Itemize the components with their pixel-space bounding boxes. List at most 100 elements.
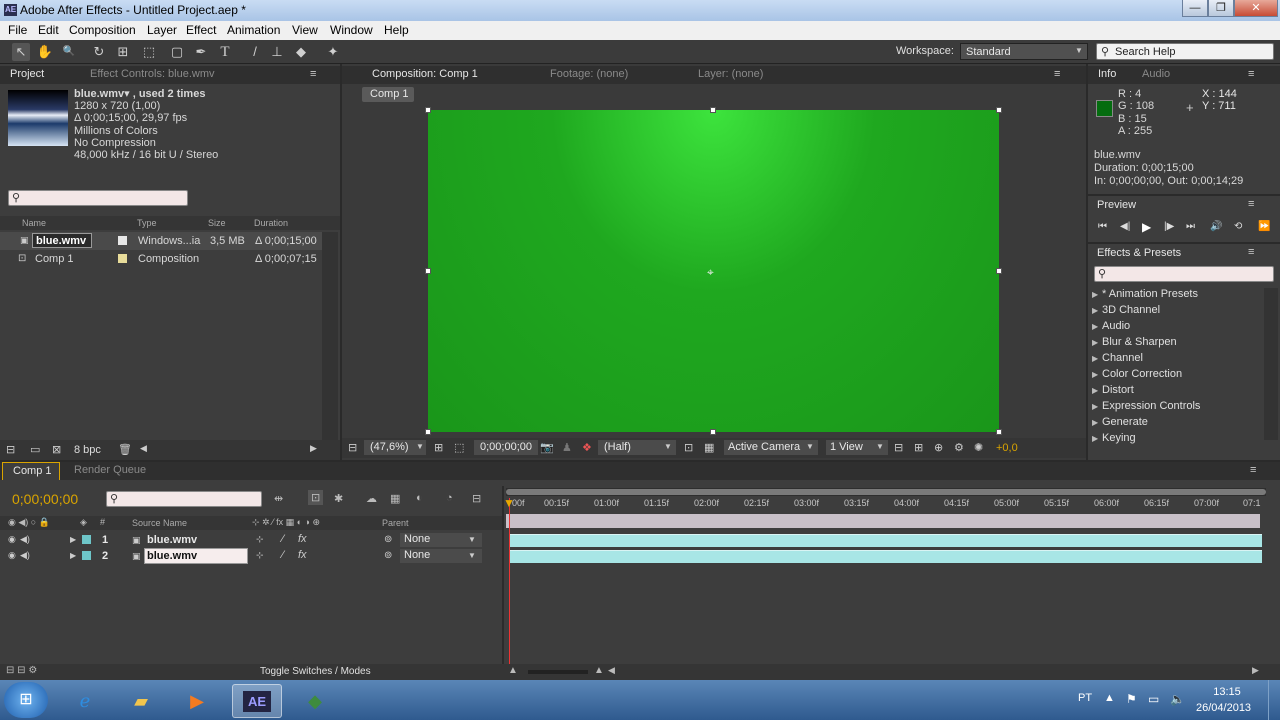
comp-breadcrumb[interactable]: Comp 1 — [362, 87, 414, 102]
timeline-search-input[interactable]: ⚲ — [106, 491, 262, 507]
flag-icon[interactable]: ⚑ — [1126, 692, 1137, 706]
channel-icon[interactable]: ❖ — [582, 441, 592, 454]
effects-scrollbar[interactable] — [1264, 288, 1278, 440]
shy-switch-icon[interactable]: ⊹ — [256, 550, 264, 561]
workspace-select[interactable]: Standard ▼ — [960, 43, 1088, 60]
audio-icon[interactable]: 🔊 — [1210, 221, 1222, 232]
menu-composition[interactable]: Composition — [69, 23, 136, 37]
draft-3d-icon[interactable]: ✱ — [334, 492, 343, 505]
rectangle-tool-icon[interactable]: ▢ — [168, 43, 186, 61]
tab-info[interactable]: Info — [1098, 68, 1116, 80]
parent-select[interactable]: None ▼ — [400, 533, 482, 547]
panel-menu-icon[interactable]: ≡ — [1054, 68, 1060, 80]
live-update-icon[interactable]: ⊡ — [308, 490, 324, 505]
comp-mini-flowchart-icon[interactable]: ⇹ — [274, 492, 283, 505]
pick-whip-icon[interactable]: ⊚ — [384, 534, 392, 545]
flow-icon[interactable]: ⚙ — [954, 441, 964, 454]
transform-handle[interactable] — [710, 429, 716, 435]
transform-handle[interactable] — [425, 429, 431, 435]
maximize-button[interactable]: ❐ — [1208, 0, 1234, 17]
folder-icon[interactable]: ▰ — [116, 684, 166, 718]
scroll-left-icon[interactable]: ◀ — [608, 665, 615, 676]
label-column-icon[interactable]: ◈ — [80, 517, 87, 528]
layer-label-swatch[interactable] — [82, 535, 91, 544]
scroll-right-icon[interactable]: ▶ — [1252, 665, 1259, 676]
selection-tool-icon[interactable]: ↖ — [12, 43, 30, 61]
tab-footage[interactable]: Footage: (none) — [550, 68, 628, 80]
toggle-pixel-aspect-icon[interactable]: ⊟ — [894, 441, 903, 454]
transform-handle[interactable] — [996, 268, 1002, 274]
layer-row[interactable]: ◉ ◀) ▶ 1 ▣ blue.wmv ⊹ ⁄ fx ⊚ None ▼ — [0, 532, 502, 548]
tab-audio[interactable]: Audio — [1142, 68, 1170, 80]
project-search-input[interactable]: ⚲ — [8, 190, 188, 206]
expand-triangle-icon[interactable]: ▶ — [70, 535, 76, 544]
ram-preview-icon[interactable]: ⏩ — [1258, 221, 1270, 232]
new-comp-icon[interactable]: ⊠ — [52, 443, 61, 456]
time-navigator-bar[interactable] — [506, 489, 1266, 495]
zoom-tool-icon[interactable]: 🔍 — [60, 43, 78, 61]
scroll-right-icon[interactable]: ▶ — [310, 443, 317, 454]
label-swatch[interactable] — [118, 254, 127, 263]
zoom-select[interactable]: (47,6%) ▼ — [364, 440, 426, 455]
menu-window[interactable]: Window — [330, 23, 373, 37]
expand-layer-switches-icon[interactable]: ⊟ ⊟ ⚙ — [6, 665, 37, 676]
effect-category[interactable]: ▶ Expression Controls — [1092, 400, 1200, 412]
flowchart-icon[interactable]: ⊕ — [934, 441, 943, 454]
visibility-eye-icon[interactable]: ◉ — [8, 534, 16, 545]
zoom-out-icon[interactable]: ▲ — [508, 665, 518, 676]
play-icon[interactable]: ▶ — [1142, 220, 1151, 234]
clone-stamp-tool-icon[interactable]: ⊥ — [268, 43, 286, 61]
next-frame-icon[interactable]: |▶ — [1164, 221, 1174, 232]
quality-switch-icon[interactable]: ⁄ — [282, 549, 284, 561]
col-parent[interactable]: Parent — [382, 518, 409, 528]
project-scrollbar[interactable] — [322, 232, 338, 456]
effect-category[interactable]: ▶ Keying — [1092, 432, 1136, 444]
puppet-tool-icon[interactable]: ✦ — [324, 43, 342, 61]
new-folder-icon[interactable]: ▭ — [30, 443, 40, 456]
effect-category[interactable]: ▶ Audio — [1092, 320, 1130, 332]
hand-tool-icon[interactable]: ✋ — [36, 43, 54, 61]
trash-icon[interactable]: 🗑 — [118, 443, 132, 456]
layer-duration-bar[interactable] — [510, 534, 1262, 547]
resolution-select[interactable]: (Half) ▼ — [598, 440, 676, 455]
audio-speaker-icon[interactable]: ◀) — [20, 550, 30, 561]
search-help-field[interactable]: ⚲ Search Help — [1096, 43, 1274, 60]
graph-editor-icon[interactable]: ◔ — [446, 492, 453, 504]
effects-switch-icon[interactable]: fx — [298, 549, 307, 561]
transform-handle[interactable] — [710, 107, 716, 113]
brainstorm-icon[interactable]: ⊟ — [472, 492, 481, 505]
toggle-switches-modes-button[interactable]: Toggle Switches / Modes — [260, 666, 371, 677]
pick-whip-icon[interactable]: ⊚ — [384, 550, 392, 561]
layer-name[interactable]: blue.wmv — [147, 550, 197, 562]
bpc-toggle[interactable]: 8 bpc — [74, 444, 101, 456]
label-swatch[interactable] — [118, 236, 127, 245]
effect-category[interactable]: ▶ Channel — [1092, 352, 1143, 364]
pan-behind-tool-icon[interactable]: ⬚ — [140, 43, 158, 61]
visibility-eye-icon[interactable]: ◉ — [8, 550, 16, 561]
last-frame-icon[interactable]: ⏭ — [1186, 221, 1195, 232]
tab-comp-1[interactable]: Comp 1 — [2, 462, 60, 480]
time-navigator[interactable] — [506, 488, 1266, 496]
transform-handle[interactable] — [425, 107, 431, 113]
tab-effect-controls[interactable]: Effect Controls: blue.wmv — [90, 68, 215, 80]
exposure-reset-icon[interactable]: ✺ — [974, 441, 983, 454]
app-icon[interactable]: ◆ — [290, 684, 340, 718]
tab-layer[interactable]: Layer: (none) — [698, 68, 763, 80]
clock-time[interactable]: 13:15 — [1202, 686, 1252, 698]
layer-label-swatch[interactable] — [82, 551, 91, 560]
layer-name[interactable]: blue.wmv — [147, 534, 197, 546]
layer-row[interactable]: ◉ ◀) ▶ 2 ▣ blue.wmv ⊹ ⁄ fx ⊚ None ▼ — [0, 548, 502, 564]
fast-previews-icon[interactable]: ⊡ — [684, 441, 693, 454]
effect-category[interactable]: ▶ Generate — [1092, 416, 1148, 428]
brush-tool-icon[interactable]: / — [246, 43, 264, 61]
fit-icon[interactable]: ⊞ — [914, 441, 923, 454]
hide-shy-icon[interactable]: ☁ — [366, 492, 377, 505]
layer-name-edit-field[interactable]: blue.wmv — [144, 548, 248, 564]
always-preview-icon[interactable]: ⊟ — [348, 441, 357, 454]
language-indicator[interactable]: PT — [1078, 692, 1092, 704]
project-item[interactable]: ▣ blue.wmv Windows...ia 3,5 MB Δ 0;00;15… — [0, 232, 322, 250]
menu-effect[interactable]: Effect — [186, 23, 216, 37]
scroll-left-icon[interactable]: ◀ — [140, 443, 147, 454]
interpret-footage-icon[interactable]: ⊟ — [6, 443, 15, 456]
eraser-tool-icon[interactable]: ◆ — [292, 43, 310, 61]
